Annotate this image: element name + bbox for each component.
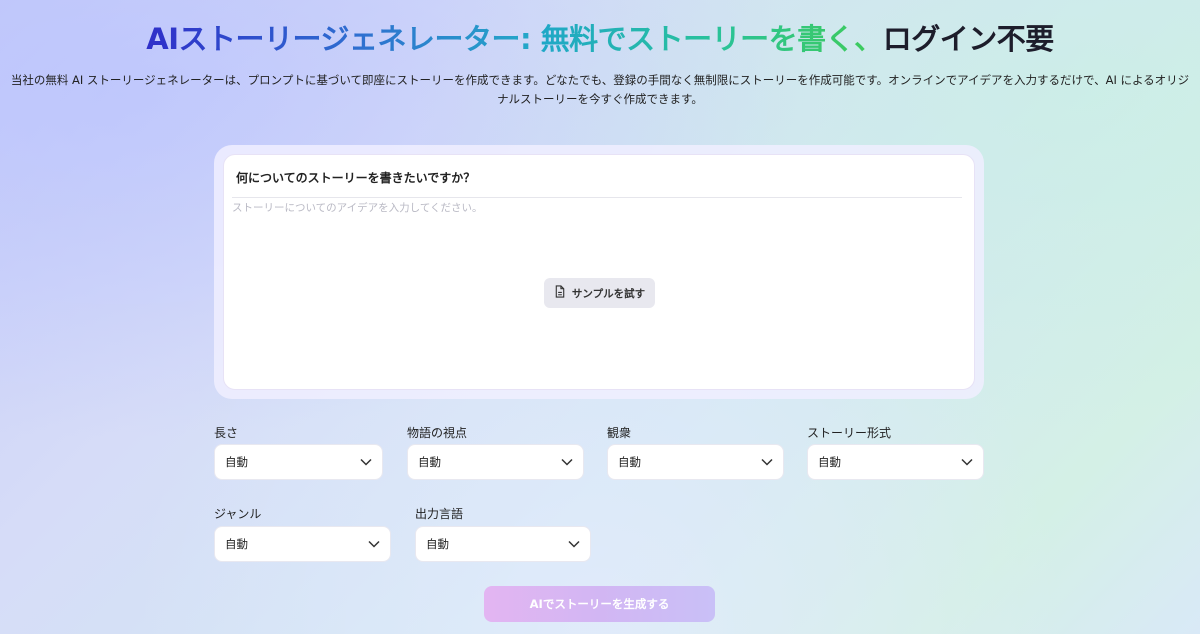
perspective-label: 物語の視点 xyxy=(407,426,468,440)
length-label: 長さ xyxy=(214,426,239,440)
chevron-down-icon xyxy=(561,455,573,469)
title-part-2: 無料でストーリーを書く、 xyxy=(540,22,884,56)
chevron-down-icon xyxy=(761,455,773,469)
audience-select[interactable]: 自動 xyxy=(607,444,784,480)
page-title: AIストーリージェネレーター: 無料でストーリーを書く、ログイン不要 xyxy=(0,16,1200,58)
length-select[interactable]: 自動 xyxy=(214,444,383,480)
audience-label: 観衆 xyxy=(607,426,632,440)
output-language-label: 出力言語 xyxy=(415,507,464,521)
prompt-card: 何についてのストーリーを書きたいですか？ サンプルを試す xyxy=(214,145,984,399)
try-sample-button[interactable]: サンプルを試す xyxy=(544,278,655,308)
title-part-3: ログイン不要 xyxy=(882,22,1055,56)
page-description: 当社の無料 AI ストーリージェネレーターは、プロンプトに基づいて即座にストーリ… xyxy=(10,73,1190,106)
perspective-value: 自動 xyxy=(418,455,441,469)
title-part-1: AIストーリージェネレーター: xyxy=(146,22,532,56)
genre-label: ジャンル xyxy=(214,507,262,521)
chevron-down-icon xyxy=(568,537,580,551)
prompt-card-inner: 何についてのストーリーを書きたいですか？ サンプルを試す xyxy=(223,154,975,390)
chevron-down-icon xyxy=(368,537,380,551)
audience-value: 自動 xyxy=(618,455,641,469)
divider xyxy=(232,197,962,198)
story-format-select[interactable]: 自動 xyxy=(807,444,984,480)
generate-story-button[interactable]: AIでストーリーを生成する xyxy=(484,586,715,622)
story-idea-input[interactable] xyxy=(232,202,832,214)
document-icon xyxy=(554,285,566,301)
chevron-down-icon xyxy=(961,455,973,469)
story-format-value: 自動 xyxy=(818,455,841,469)
output-language-select[interactable]: 自動 xyxy=(415,526,591,562)
chevron-down-icon xyxy=(360,455,372,469)
story-format-label: ストーリー形式 xyxy=(807,426,892,440)
length-value: 自動 xyxy=(225,455,248,469)
genre-value: 自動 xyxy=(225,537,248,551)
output-language-value: 自動 xyxy=(426,537,449,551)
perspective-select[interactable]: 自動 xyxy=(407,444,584,480)
try-sample-label: サンプルを試す xyxy=(571,287,646,300)
genre-select[interactable]: 自動 xyxy=(214,526,391,562)
prompt-question: 何についてのストーリーを書きたいですか？ xyxy=(236,171,476,185)
